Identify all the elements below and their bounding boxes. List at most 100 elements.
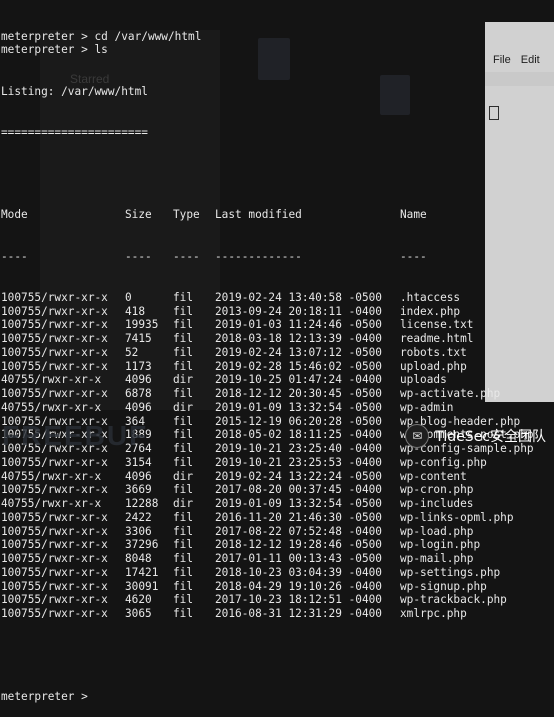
cell-name: uploads	[400, 373, 447, 387]
cell-last-modified: 2019-02-24 13:07:12 -0500	[215, 345, 382, 359]
cell-name: wp-config.php	[400, 455, 487, 469]
cell-last-modified: 2019-01-09 13:32:54 -0500	[215, 497, 382, 510]
freebuf-watermark: FREEBUF	[2, 420, 149, 451]
table-row: 100755/rwxr-xr-x 2422 fil 2016-11-20 21:46:…	[1, 511, 554, 525]
cell-name: wp-login.php	[400, 538, 481, 552]
cell-size: 1173	[125, 359, 152, 373]
cell-type: dir	[173, 469, 194, 483]
cell-type: fil	[173, 414, 194, 428]
cell-type: fil	[173, 607, 194, 620]
command-prompt[interactable]: meterpreter >	[1, 690, 554, 704]
cell-size: 4096	[125, 469, 152, 483]
cell-name: .htaccess	[400, 290, 461, 304]
cell-last-modified: 2013-09-24 20:18:11 -0400	[215, 304, 382, 318]
rule-last-modified: -------------	[215, 249, 302, 263]
cell-last-modified: 2019-01-03 11:24:46 -0500	[215, 318, 382, 332]
cell-mode: 100755/rwxr-xr-x	[1, 593, 108, 607]
listing-separator: ======================	[1, 125, 148, 139]
table-row: 100755/rwxr-xr-x 3154 fil 2019-10-21 23:25:…	[1, 456, 554, 470]
cell-last-modified: 2018-10-23 03:04:39 -0400	[215, 565, 382, 579]
cell-last-modified: 2017-10-23 18:12:51 -0400	[215, 593, 382, 607]
cell-type: fil	[173, 442, 194, 455]
cell-last-modified: 2016-11-20 21:46:30 -0500	[215, 510, 382, 524]
cell-type: fil	[173, 455, 194, 469]
rule-mode: ----	[1, 249, 28, 263]
cell-last-modified: 2018-12-12 19:28:46 -0500	[215, 538, 382, 552]
meterpreter-terminal[interactable]: meterpreter > cd /var/www/html meterprete…	[0, 0, 554, 703]
table-row: 100755/rwxr-xr-x 0 fil 2019-02-24 13:40:58 …	[1, 291, 554, 305]
cell-name: wp-cron.php	[400, 483, 474, 497]
cell-size: 4620	[125, 593, 152, 607]
cell-size: 3154	[125, 455, 152, 469]
cell-type: fil	[173, 304, 194, 318]
cell-last-modified: 2018-12-12 20:30:45 -0500	[215, 387, 382, 400]
table-row: 100755/rwxr-xr-x 52 fil 2019-02-24 13:07:12…	[1, 346, 554, 360]
cell-type: fil	[173, 524, 194, 538]
cell-size: 37296	[125, 538, 159, 552]
cell-size: 7415	[125, 332, 152, 345]
cell-mode: 100755/rwxr-xr-x	[1, 359, 108, 373]
cell-type: fil	[173, 552, 194, 565]
header-mode: Mode	[1, 208, 28, 222]
command-line: meterpreter > cd /var/www/html	[1, 29, 202, 43]
cell-last-modified: 2017-08-20 00:37:45 -0400	[215, 483, 382, 497]
cell-name: robots.txt	[400, 345, 467, 359]
cell-name: wp-signup.php	[400, 579, 487, 593]
cell-last-modified: 2016-08-31 12:31:29 -0400	[215, 607, 382, 620]
cell-size: 3669	[125, 483, 152, 497]
cell-mode: 40755/rwxr-xr-x	[1, 469, 102, 483]
table-row: 100755/rwxr-xr-x 17421 fil 2018-10-23 03:04…	[1, 566, 554, 580]
cell-size: 30091	[125, 579, 159, 593]
cell-type: dir	[173, 400, 194, 414]
table-row: 40755/rwxr-xr-x 4096 dir 2019-10-25 01:47:2…	[1, 373, 554, 387]
command-line: meterpreter > ls	[1, 43, 108, 57]
cell-type: dir	[173, 373, 194, 387]
cell-name: wp-load.php	[400, 524, 474, 538]
cell-name: xmlrpc.php	[400, 607, 467, 620]
cell-mode: 40755/rwxr-xr-x	[1, 497, 102, 510]
cell-size: 12288	[125, 497, 159, 510]
cell-type: fil	[173, 510, 194, 524]
table-row: 100755/rwxr-xr-x 3065 fil 2016-08-31 12:31:…	[1, 607, 554, 621]
cell-type: fil	[173, 359, 194, 373]
table-row: 100755/rwxr-xr-x 418 fil 2013-09-24 20:18:1…	[1, 305, 554, 319]
table-row: 100755/rwxr-xr-x 6878 fil 2018-12-12 20:30:…	[1, 387, 554, 401]
cell-size: 17421	[125, 565, 159, 579]
cell-last-modified: 2017-01-11 00:13:43 -0500	[215, 552, 382, 565]
rule-type: ----	[173, 249, 200, 263]
cell-name: wp-trackback.php	[400, 593, 507, 607]
table-row: 100755/rwxr-xr-x 8048 fil 2017-01-11 00:13:…	[1, 552, 554, 566]
cell-mode: 100755/rwxr-xr-x	[1, 332, 108, 345]
cell-mode: 100755/rwxr-xr-x	[1, 387, 108, 400]
cell-type: fil	[173, 565, 194, 579]
cell-name: index.php	[400, 304, 461, 318]
cell-type: fil	[173, 538, 194, 552]
cell-size: 52	[125, 345, 139, 359]
cell-mode: 100755/rwxr-xr-x	[1, 318, 108, 332]
table-row: 100755/rwxr-xr-x 19935 fil 2019-01-03 11:24…	[1, 318, 554, 332]
table-row: 100755/rwxr-xr-x 3306 fil 2017-08-22 07:52:…	[1, 525, 554, 539]
table-row: 40755/rwxr-xr-x 12288 dir 2019-01-09 13:32:…	[1, 497, 554, 511]
cell-last-modified: 2017-08-22 07:52:48 -0400	[215, 524, 382, 538]
cell-mode: 100755/rwxr-xr-x	[1, 565, 108, 579]
tidesec-brand: ✉ TideSec安全团队	[405, 424, 546, 448]
cell-name: readme.html	[400, 332, 474, 345]
table-row: 100755/rwxr-xr-x 30091 fil 2018-04-29 19:10…	[1, 580, 554, 594]
cell-type: fil	[173, 593, 194, 607]
cell-size: 2422	[125, 510, 152, 524]
cell-mode: 100755/rwxr-xr-x	[1, 524, 108, 538]
cell-type: fil	[173, 345, 194, 359]
cell-type: fil	[173, 579, 194, 593]
cell-last-modified: 2019-10-21 23:25:40 -0400	[215, 442, 382, 455]
cell-mode: 100755/rwxr-xr-x	[1, 510, 108, 524]
cell-name: wp-includes	[400, 497, 474, 510]
table-row: 100755/rwxr-xr-x 7415 fil 2018-03-18 12:13:…	[1, 332, 554, 346]
cell-last-modified: 2018-03-18 12:13:39 -0400	[215, 332, 382, 345]
cell-name: wp-activate.php	[400, 387, 501, 400]
header-size: Size	[125, 208, 152, 222]
table-row: 40755/rwxr-xr-x 4096 dir 2019-02-24 13:22:2…	[1, 470, 554, 484]
cell-last-modified: 2019-02-24 13:40:58 -0500	[215, 290, 382, 304]
header-type: Type	[173, 208, 200, 222]
cell-type: dir	[173, 497, 194, 510]
